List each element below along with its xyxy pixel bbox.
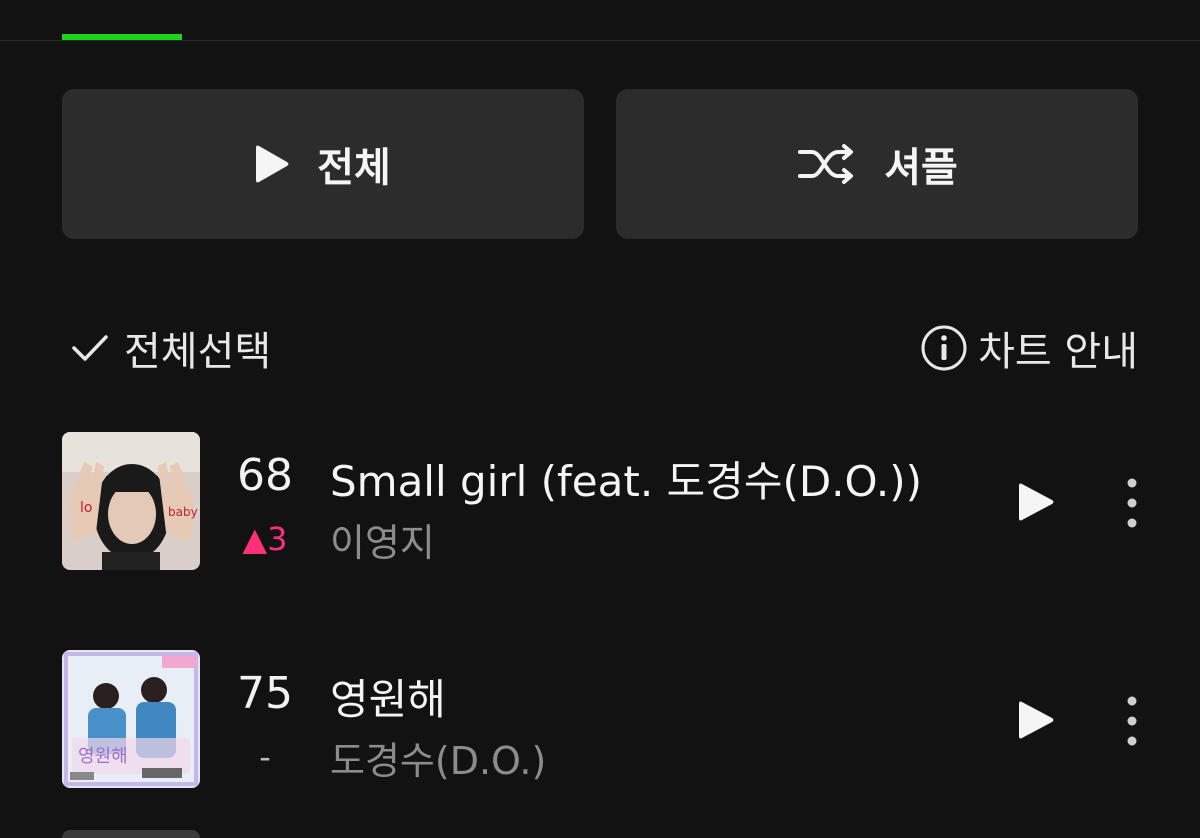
select-all-label: 전체선택 [124, 329, 272, 375]
play-icon [256, 145, 289, 183]
play-icon[interactable] [1012, 478, 1060, 526]
more-options-icon[interactable] [1116, 476, 1148, 530]
track-artist[interactable]: 이영지 [330, 512, 435, 567]
rank-change: ▲3 [242, 520, 288, 558]
svg-text:lo: lo [80, 500, 92, 516]
track-row-partial [62, 830, 1142, 838]
track-row[interactable]: 영원해 75 - 영원해 도경수(D.O.) [62, 650, 1142, 790]
info-icon [921, 325, 967, 371]
select-all-toggle[interactable]: 전체선택 [70, 320, 271, 376]
play-all-button[interactable]: 전체 [62, 89, 584, 239]
svg-text:baby: baby [168, 505, 198, 519]
rank-change: - [259, 738, 271, 776]
tab-divider [0, 40, 1200, 41]
chart-screen: 전체 셔플 전체선택 차트 안내 lo baby 68 ▲3 Small gir… [0, 0, 1200, 838]
chart-guide-label: 차트 안내 [978, 329, 1138, 375]
shuffle-button[interactable]: 셔플 [616, 89, 1138, 239]
album-cover [62, 830, 200, 838]
track-artist[interactable]: 도경수(D.O.) [330, 730, 546, 785]
album-cover[interactable]: 영원해 [62, 650, 200, 788]
check-icon [72, 335, 108, 361]
album-cover[interactable]: lo baby [62, 432, 200, 570]
chart-guide-button[interactable]: 차트 안내 [920, 320, 1138, 376]
track-title[interactable]: 영원해 [330, 666, 446, 727]
play-icon[interactable] [1012, 696, 1060, 744]
rank-number: 75 [237, 668, 293, 719]
svg-text:영원해: 영원해 [78, 746, 128, 767]
shuffle-label: 셔플 [884, 145, 958, 191]
more-options-icon[interactable] [1116, 694, 1148, 748]
track-title[interactable]: Small girl (feat. 도경수(D.O.)) [330, 448, 922, 509]
play-all-label: 전체 [317, 145, 391, 191]
rank-number: 68 [237, 450, 293, 501]
shuffle-icon [798, 144, 854, 184]
track-row[interactable]: lo baby 68 ▲3 Small girl (feat. 도경수(D.O.… [62, 432, 1142, 572]
